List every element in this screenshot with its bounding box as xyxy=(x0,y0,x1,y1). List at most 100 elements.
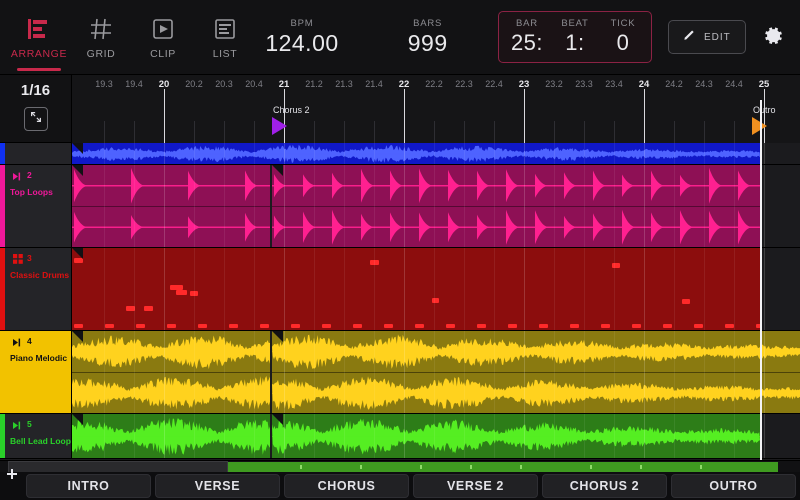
overview-section-tick xyxy=(470,465,472,469)
tick-field[interactable]: TICK 0 xyxy=(599,18,647,56)
midi-note xyxy=(170,284,183,290)
clip-fade-corner[interactable] xyxy=(272,414,283,425)
mode-tab-grid[interactable]: GRID xyxy=(70,0,132,75)
ruler-tick-label: 19.4 xyxy=(125,79,143,89)
ruler-gridline xyxy=(554,121,555,143)
beat-label: BEAT xyxy=(561,18,589,29)
clip[interactable] xyxy=(272,414,760,458)
track-name: Top Loops xyxy=(10,187,53,197)
midi-note xyxy=(74,324,83,328)
overview-section-tick xyxy=(420,465,422,469)
midi-note xyxy=(144,306,153,312)
mode-tab-list[interactable]: LIST xyxy=(194,0,256,75)
arrange-icon xyxy=(26,16,52,42)
mode-tab-arrange-label: ARRANGE xyxy=(10,47,68,60)
arrangement-overview[interactable] xyxy=(0,460,800,473)
ruler-tick-label: 23.2 xyxy=(545,79,563,89)
midi-note xyxy=(432,297,439,303)
overview-section-tick xyxy=(300,465,302,469)
midi-note xyxy=(601,324,610,328)
section-button-outro[interactable]: OUTRO xyxy=(671,474,796,498)
grid-division-value[interactable]: 1/16 xyxy=(0,82,71,99)
track-header-2[interactable]: 2 Top Loops xyxy=(5,165,72,247)
track-lane[interactable] xyxy=(72,414,800,458)
clip[interactable] xyxy=(272,331,800,413)
track-header-4[interactable]: 4 Piano Melodic xyxy=(5,331,72,413)
add-track-button[interactable] xyxy=(7,466,17,479)
track-number: 5 xyxy=(27,419,32,429)
tick-label: TICK xyxy=(610,18,636,29)
ruler-gridline xyxy=(194,121,195,143)
ruler-tick-label: 24.2 xyxy=(665,79,683,89)
clip-fade-corner[interactable] xyxy=(72,143,83,154)
clip-fade-corner[interactable] xyxy=(72,414,83,425)
top-toolbar: ARRANGE GRID CLIP LIST BPM 124.00 BARS 9… xyxy=(0,0,800,75)
edit-button[interactable]: EDIT xyxy=(667,20,746,54)
mode-tab-clip[interactable]: CLIP xyxy=(132,0,194,75)
clip[interactable] xyxy=(72,143,760,164)
ruler-gridline xyxy=(494,121,495,143)
clip-fade-corner[interactable] xyxy=(72,165,83,176)
ruler-tick-label: 24.4 xyxy=(725,79,743,89)
timeline-marker-flag xyxy=(272,117,287,135)
clip-fade-corner[interactable] xyxy=(272,165,283,176)
section-button-chorus[interactable]: CHORUS xyxy=(284,474,409,498)
clip[interactable] xyxy=(72,414,270,458)
section-button-verse-2[interactable]: VERSE 2 xyxy=(413,474,538,498)
track-number: 2 xyxy=(27,170,32,180)
ruler-gridline xyxy=(404,89,405,143)
pencil-icon xyxy=(683,28,697,47)
overview-section-tick xyxy=(590,465,592,469)
settings-button[interactable] xyxy=(746,2,800,74)
ruler-tick-label: 24.3 xyxy=(695,79,713,89)
ruler-gridline xyxy=(344,121,345,143)
bars-readout[interactable]: BARS 999 xyxy=(382,0,474,74)
ruler-tick-label: 22.3 xyxy=(455,79,473,89)
bar-field[interactable]: BAR 25: xyxy=(503,18,551,56)
ruler-tick-label: 22.2 xyxy=(425,79,443,89)
section-button-chorus-2[interactable]: CHORUS 2 xyxy=(542,474,667,498)
ruler-tick-label: 23.4 xyxy=(605,79,623,89)
bpm-readout[interactable]: BPM 124.00 xyxy=(256,0,348,74)
mode-tab-clip-label: CLIP xyxy=(150,47,176,60)
mode-tab-arrange[interactable]: ARRANGE xyxy=(8,0,70,75)
track-row: 2 Top Loops xyxy=(0,165,800,248)
track-name: Piano Melodic xyxy=(10,353,68,363)
transport-position-display[interactable]: BAR 25: BEAT 1: TICK 0 xyxy=(497,11,652,63)
clip-fade-corner[interactable] xyxy=(72,248,83,259)
clip[interactable] xyxy=(72,331,270,413)
clip[interactable] xyxy=(272,165,760,247)
clip-fade-corner[interactable] xyxy=(272,331,283,342)
section-button-intro[interactable]: INTRO xyxy=(26,474,151,498)
midi-note xyxy=(570,324,579,328)
toolbar-spacer-mid2 xyxy=(474,0,498,74)
track-lane[interactable] xyxy=(72,143,800,164)
beat-field[interactable]: BEAT 1: xyxy=(551,18,599,56)
ruler-tick-label: 23.3 xyxy=(575,79,593,89)
track-lane[interactable] xyxy=(72,331,800,413)
bpm-label: BPM xyxy=(290,17,314,29)
playhead[interactable] xyxy=(760,100,762,460)
gear-icon xyxy=(760,23,786,54)
track-header-5[interactable]: 5 Bell Lead Loop xyxy=(5,414,72,458)
ruler-tick-label: 20.3 xyxy=(215,79,233,89)
plus-icon xyxy=(7,466,17,483)
section-button-verse[interactable]: VERSE xyxy=(155,474,280,498)
track-lane[interactable] xyxy=(72,165,800,247)
clip-fade-corner[interactable] xyxy=(72,331,83,342)
track-header-1[interactable] xyxy=(5,143,72,164)
timeline-ruler[interactable]: 19.3 19.4 20 20.2 20.3 20.4 21 21.2 21.3 21.4 22 22… xyxy=(72,75,800,143)
track-number: 3 xyxy=(27,253,32,263)
midi-note xyxy=(105,324,114,328)
ruler-tick-label: 21.3 xyxy=(335,79,353,89)
track-header-3[interactable]: 3 Classic Drums xyxy=(5,248,72,330)
grid-settings-panel: 1/16 xyxy=(0,75,72,143)
midi-note xyxy=(612,262,620,268)
track-lane[interactable] xyxy=(72,248,800,330)
beat-value: 1: xyxy=(565,30,585,55)
track-row xyxy=(0,143,800,165)
clip[interactable] xyxy=(72,165,270,247)
resize-button[interactable] xyxy=(23,107,48,131)
mode-tab-grid-label: GRID xyxy=(86,47,116,60)
clip[interactable] xyxy=(72,248,760,330)
